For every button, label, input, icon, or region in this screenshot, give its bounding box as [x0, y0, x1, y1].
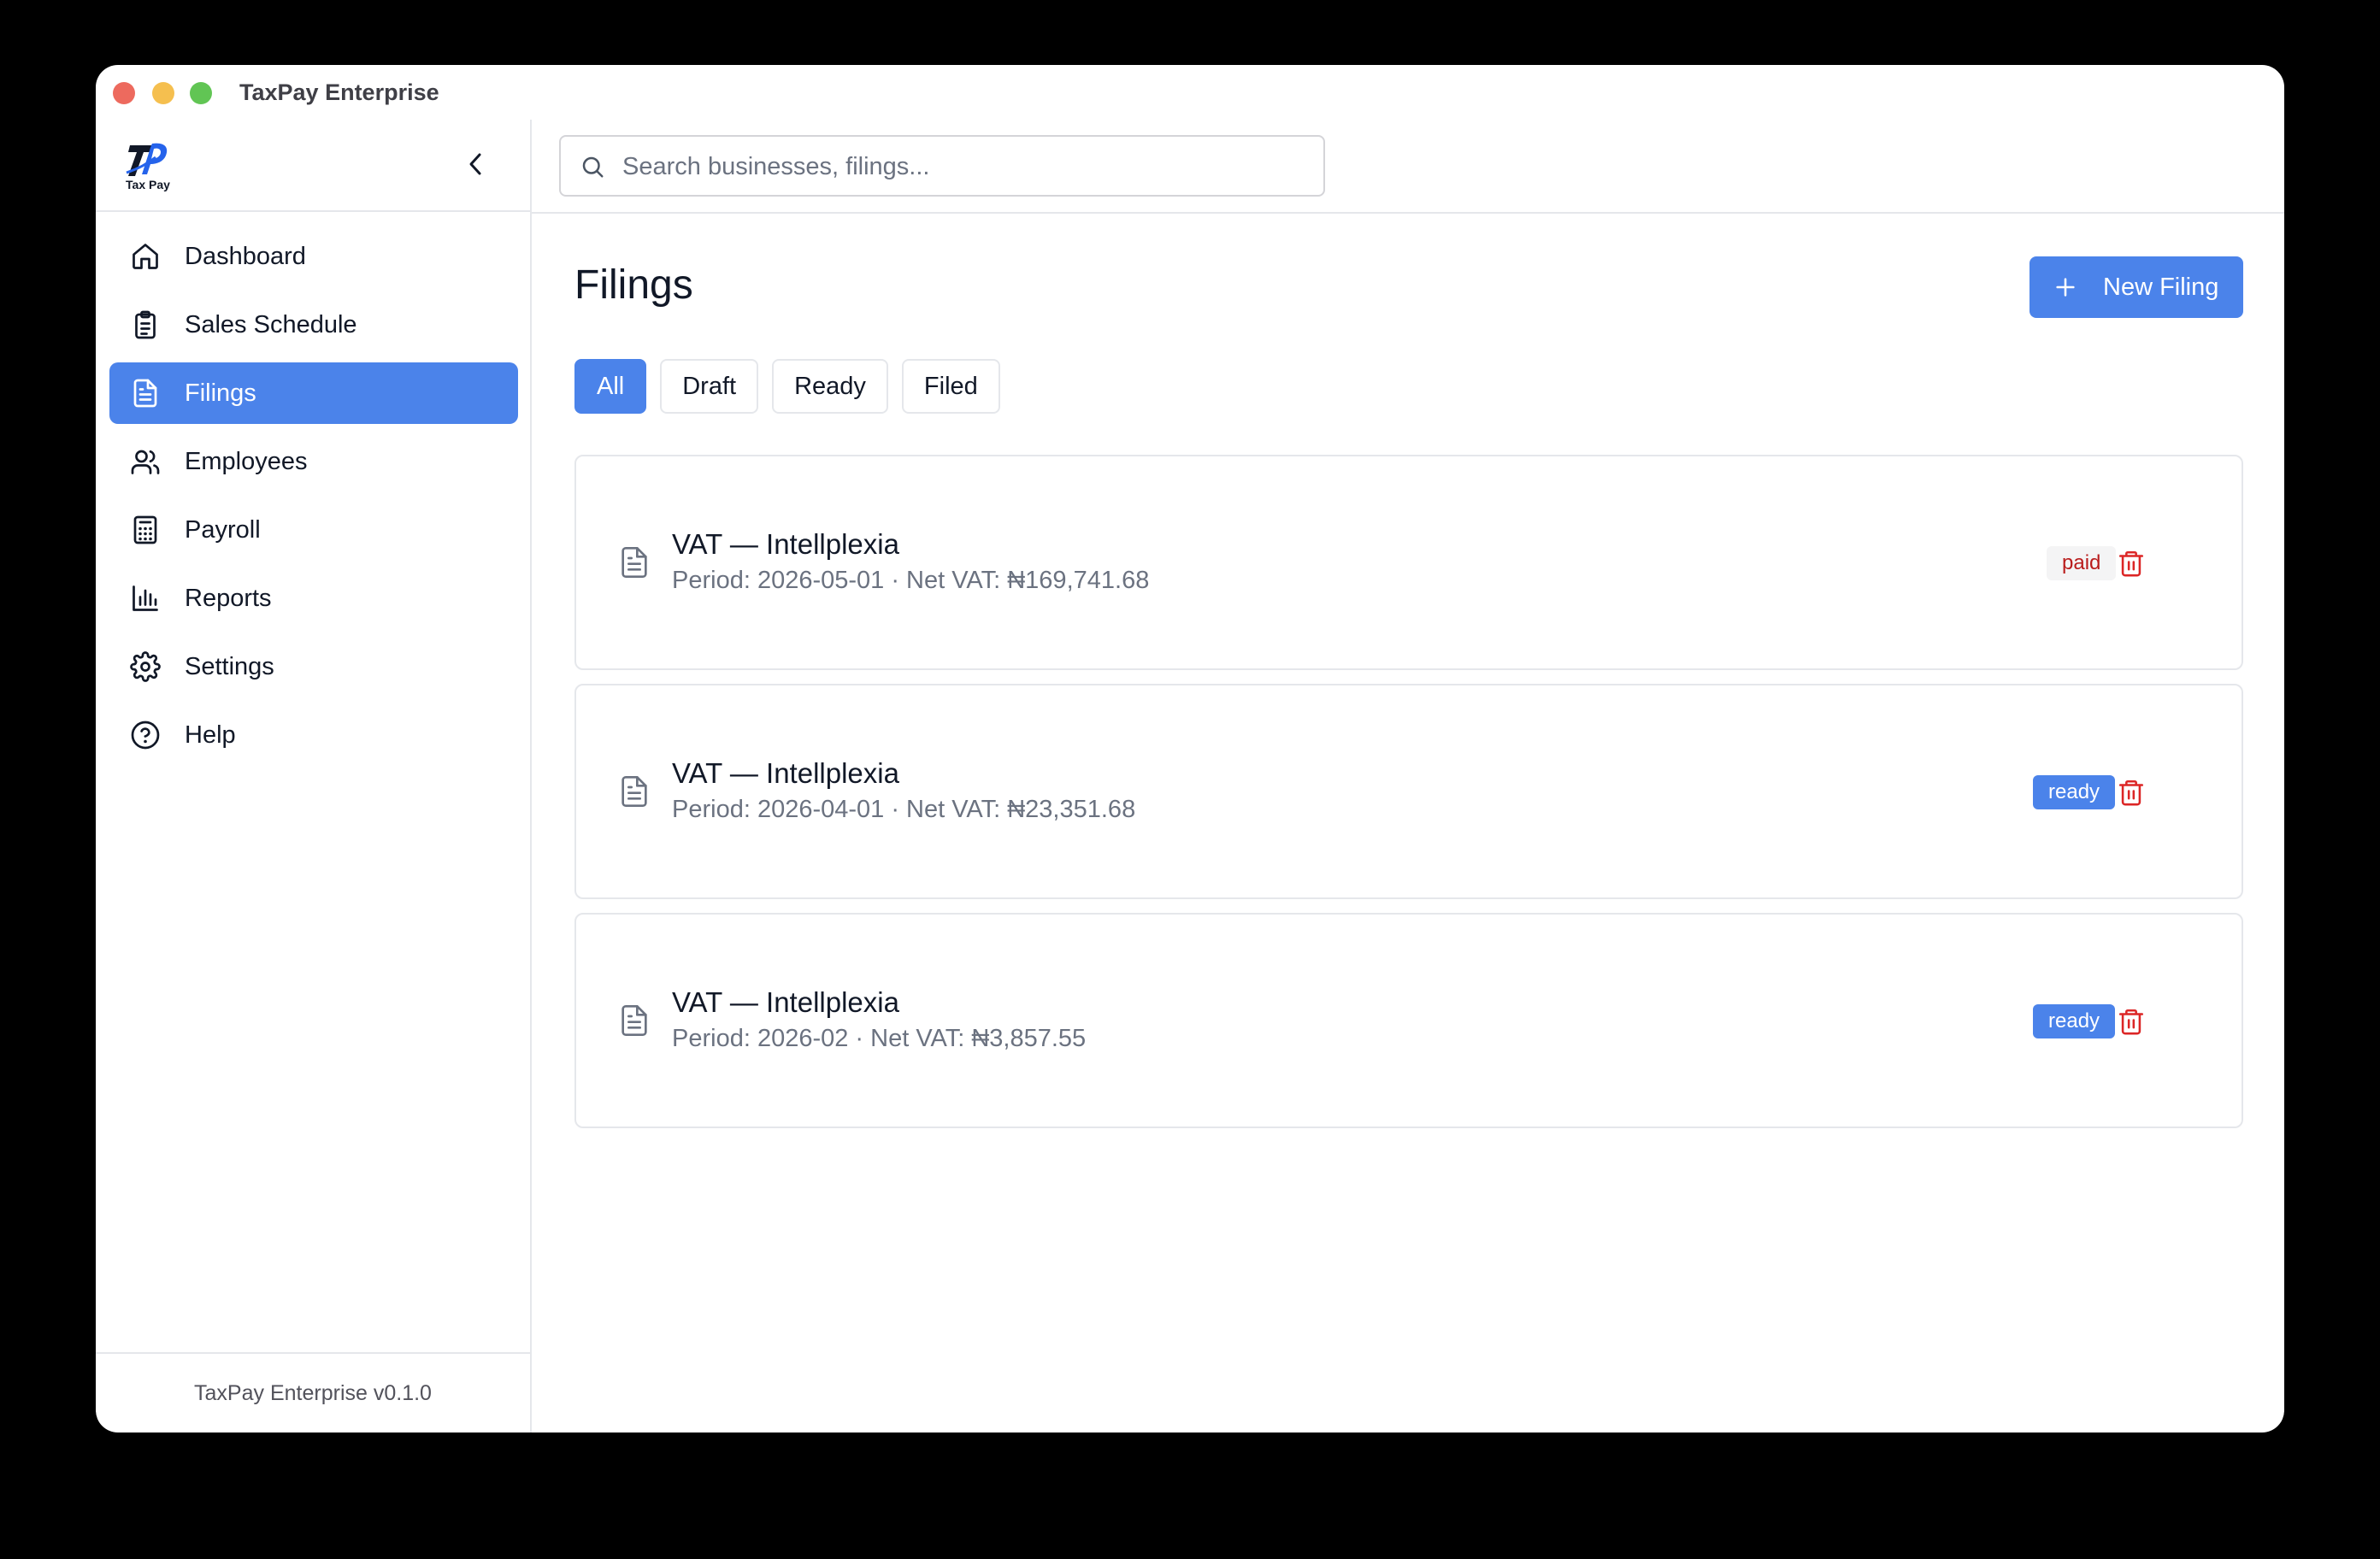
clipboard-icon [130, 309, 161, 340]
filing-details: Period: 2026-04-01 · Net VAT: ₦23,351.68 [672, 796, 1136, 823]
sidebar-item-label: Sales Schedule [185, 311, 357, 338]
filing-title: VAT — Intellplexia [672, 986, 899, 1018]
status-badge: ready [2033, 775, 2116, 809]
sidebar-item-label: Help [185, 721, 236, 749]
sidebar-item-label: Payroll [185, 516, 261, 544]
collapse-sidebar-button[interactable] [458, 147, 492, 181]
filter-filed[interactable]: Filed [901, 359, 1000, 414]
filing-title: VAT — Intellplexia [672, 528, 899, 560]
sidebar-item-sales-schedule[interactable]: Sales Schedule [109, 294, 518, 356]
filter-ready[interactable]: Ready [772, 359, 888, 414]
sidebar-item-payroll[interactable]: Payroll [109, 499, 518, 561]
close-window-button[interactable] [113, 82, 135, 104]
bar-chart-icon [130, 583, 161, 614]
sidebar-item-reports[interactable]: Reports [109, 568, 518, 629]
status-badge: paid [2047, 546, 2117, 580]
help-circle-icon [130, 720, 161, 750]
calculator-icon [130, 515, 161, 545]
window-title: TaxPay Enterprise [239, 79, 439, 105]
sidebar-item-employees[interactable]: Employees [109, 431, 518, 492]
minimize-window-button[interactable] [152, 82, 174, 104]
page-title: Filings [574, 262, 693, 308]
plus-icon [2056, 278, 2075, 297]
document-icon [130, 378, 161, 409]
search-box[interactable] [559, 135, 1325, 197]
search-icon [582, 156, 604, 178]
filing-card[interactable]: VAT — Intellplexia Period: 2026-02 · Net… [574, 913, 2243, 1128]
filter-draft[interactable]: Draft [660, 359, 759, 414]
sidebar-item-label: Filings [185, 379, 256, 407]
filing-card[interactable]: VAT — Intellplexia Period: 2026-04-01 · … [574, 684, 2243, 899]
filing-card[interactable]: VAT — Intellplexia Period: 2026-05-01 · … [574, 455, 2243, 670]
new-filing-label: New Filing [2103, 274, 2219, 301]
chevron-left-icon [469, 153, 481, 175]
sidebar-item-label: Dashboard [185, 243, 306, 270]
app-version: TaxPay Enterprise v0.1.0 [96, 1352, 530, 1433]
trash-icon[interactable] [2117, 549, 2146, 578]
document-icon [622, 547, 647, 578]
status-badge: ready [2033, 1004, 2116, 1038]
sidebar-item-help[interactable]: Help [109, 704, 518, 766]
filing-details: Period: 2026-02 · Net VAT: ₦3,857.55 [672, 1025, 1087, 1052]
sidebar-header: Tax Pay [96, 120, 530, 212]
top-bar [532, 120, 2284, 214]
sidebar-item-label: Settings [185, 653, 274, 680]
sidebar-item-label: Reports [185, 585, 272, 612]
document-icon [622, 1005, 647, 1036]
filing-details: Period: 2026-05-01 · Net VAT: ₦169,741.6… [672, 567, 1150, 594]
maximize-window-button[interactable] [190, 82, 212, 104]
title-bar: TaxPay Enterprise [96, 65, 2284, 120]
new-filing-button[interactable]: New Filing [2029, 256, 2243, 318]
trash-icon[interactable] [2117, 778, 2146, 807]
search-input[interactable] [621, 137, 1308, 197]
sidebar-item-settings[interactable]: Settings [109, 636, 518, 697]
filter-all[interactable]: All [574, 359, 647, 414]
home-icon [130, 241, 161, 272]
logo-text: Tax Pay [126, 178, 170, 191]
sidebar-item-filings[interactable]: Filings [109, 362, 518, 424]
users-icon [130, 446, 161, 477]
trash-icon[interactable] [2117, 1007, 2146, 1036]
sidebar-nav: Dashboard Sales Schedule Filings Employe… [109, 226, 518, 773]
gear-icon [130, 651, 161, 682]
filing-title: VAT — Intellplexia [672, 757, 899, 789]
status-filter-tabs: All Draft Ready Filed [574, 359, 1014, 414]
sidebar: Tax Pay Dashboard Sales Schedule Filings… [96, 120, 532, 1433]
sidebar-item-label: Employees [185, 448, 308, 475]
app-window: TaxPay Enterprise Tax Pay Dashboard Sale… [96, 65, 2284, 1433]
sidebar-item-dashboard[interactable]: Dashboard [109, 226, 518, 287]
document-icon [622, 776, 647, 807]
